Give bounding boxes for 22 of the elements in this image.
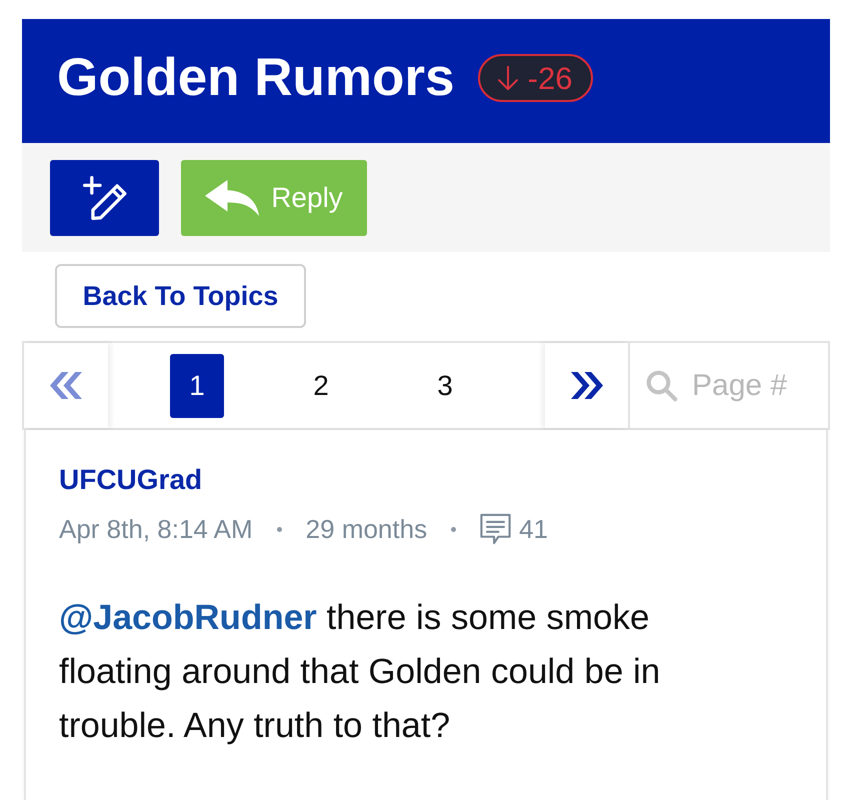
comment-icon bbox=[480, 513, 512, 545]
author-name[interactable]: UFCUGrad bbox=[59, 462, 202, 498]
page-number-field[interactable]: Page # bbox=[692, 364, 822, 408]
page-number-button[interactable]: 3 bbox=[418, 354, 472, 418]
double-chevron-left-icon bbox=[50, 372, 82, 399]
new-post-button[interactable] bbox=[50, 160, 159, 236]
thread-title: Golden Rumors bbox=[57, 48, 455, 108]
post-age: 29 months bbox=[306, 513, 428, 546]
post-body: @JacobRudner there is some smoke floating around that Golden could be in trouble. Any truth to that? bbox=[59, 597, 662, 747]
post-date: Apr 8th, 8:14 AM bbox=[59, 513, 253, 546]
search-icon bbox=[646, 370, 678, 402]
double-chevron-right-icon bbox=[570, 372, 602, 399]
comment-count: 41 bbox=[519, 513, 548, 546]
reply-arrow-icon bbox=[205, 180, 260, 216]
score-value: -26 bbox=[528, 62, 572, 94]
down-arrow-icon bbox=[498, 65, 518, 91]
back-to-topics-button[interactable]: Back To Topics bbox=[55, 264, 306, 328]
pencil-plus-icon bbox=[82, 176, 126, 220]
page-number-button[interactable]: 2 bbox=[294, 354, 348, 418]
last-page-button[interactable] bbox=[545, 343, 628, 428]
mention-link[interactable]: @JacobRudner bbox=[59, 598, 317, 637]
page-number-button[interactable]: 1 bbox=[170, 354, 224, 418]
